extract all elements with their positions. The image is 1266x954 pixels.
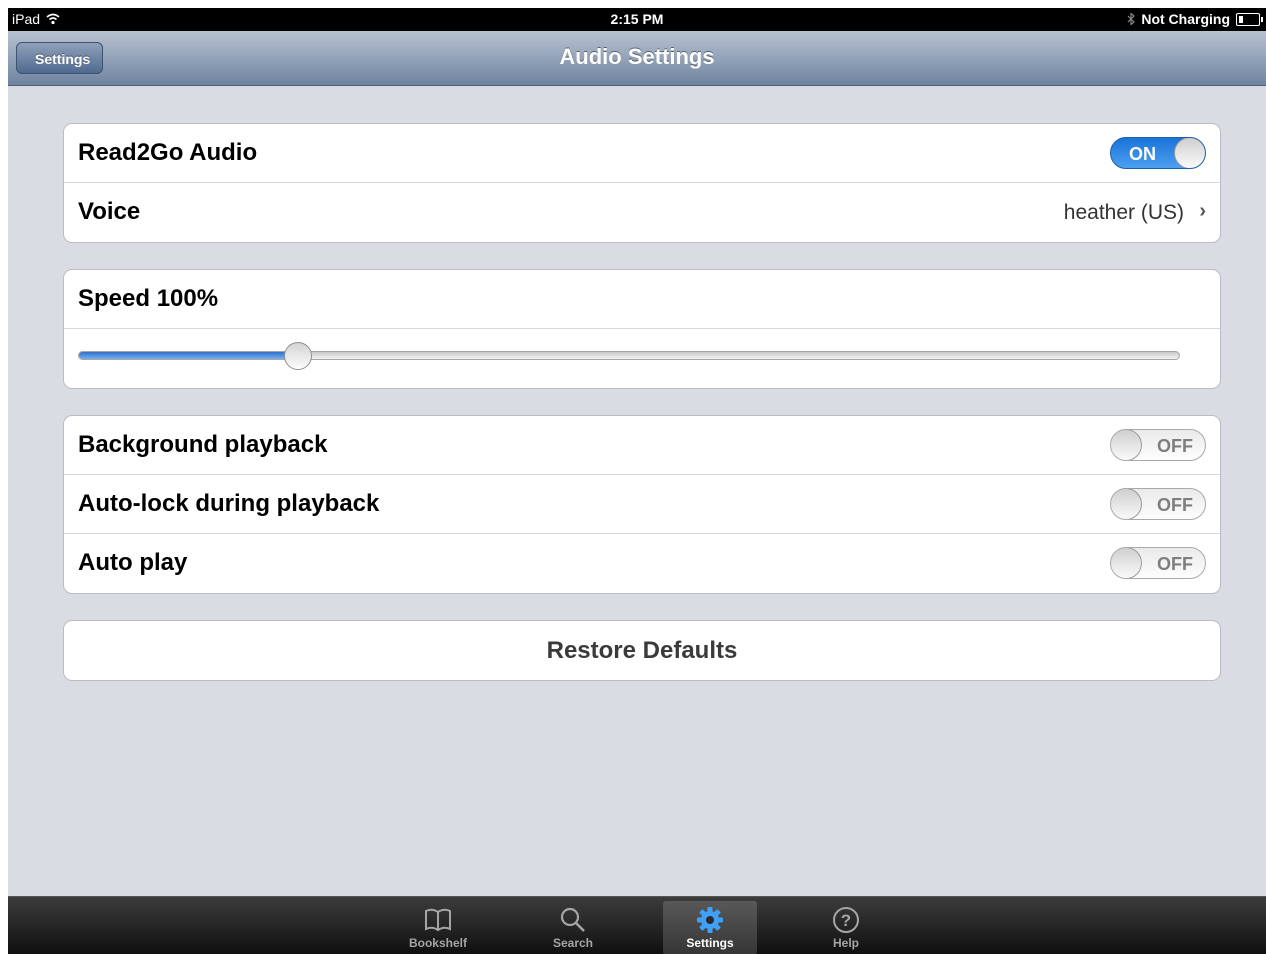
switch-knob bbox=[1174, 138, 1205, 168]
autoplay-switch[interactable]: OFF bbox=[1110, 547, 1206, 579]
switch-state: OFF bbox=[1157, 495, 1193, 515]
autolock-switch[interactable]: OFF bbox=[1110, 488, 1206, 520]
autolock-label: Auto-lock during playback bbox=[78, 490, 380, 517]
background-playback-switch[interactable]: OFF bbox=[1110, 429, 1206, 461]
status-time: 2:15 PM bbox=[610, 11, 664, 27]
switch-knob bbox=[1111, 489, 1142, 519]
autoplay-row: Auto play OFF bbox=[64, 534, 1220, 593]
autoplay-label: Auto play bbox=[78, 549, 188, 576]
slider-fill bbox=[79, 352, 300, 359]
voice-value: heather (US) bbox=[1063, 201, 1184, 224]
background-playback-row: Background playback OFF bbox=[64, 416, 1220, 475]
autolock-row: Auto-lock during playback OFF bbox=[64, 475, 1220, 534]
slider-thumb[interactable] bbox=[284, 342, 313, 370]
status-bar: iPad 2:15 PM Not Charging bbox=[8, 8, 1266, 31]
status-right: Not Charging bbox=[1127, 11, 1263, 27]
switch-state: OFF bbox=[1157, 554, 1193, 574]
speed-group: Speed 100% bbox=[63, 269, 1221, 389]
slider-track[interactable] bbox=[78, 351, 1180, 360]
voice-row[interactable]: Voice heather (US) › bbox=[64, 183, 1220, 242]
tab-help[interactable]: ? Help bbox=[799, 901, 893, 954]
battery-icon bbox=[1236, 12, 1263, 26]
switch-state: ON bbox=[1129, 144, 1156, 164]
page-title: Audio Settings bbox=[559, 44, 715, 69]
help-icon: ? bbox=[833, 907, 859, 933]
bluetooth-icon bbox=[1127, 13, 1136, 25]
battery-status: Not Charging bbox=[1141, 11, 1230, 27]
tab-settings[interactable]: Settings bbox=[663, 901, 757, 954]
background-playback-label: Background playback bbox=[78, 431, 328, 458]
tab-label: Help bbox=[832, 936, 859, 950]
speed-label: Speed 100% bbox=[78, 285, 219, 312]
switch-state: OFF bbox=[1157, 436, 1193, 456]
restore-defaults-button[interactable]: Restore Defaults bbox=[64, 621, 1220, 680]
svg-text:?: ? bbox=[841, 911, 851, 930]
screen: iPad 2:15 PM Not Charging Settings Audio… bbox=[8, 8, 1266, 954]
tab-label: Settings bbox=[686, 936, 734, 950]
book-icon bbox=[425, 908, 451, 932]
audio-group: Read2Go Audio ON Voice heather (US) › bbox=[63, 123, 1221, 243]
switch-knob bbox=[1111, 430, 1142, 460]
nav-bar: Settings Audio Settings bbox=[8, 31, 1266, 86]
chevron-right-icon: › bbox=[1199, 200, 1206, 222]
read2go-audio-switch[interactable]: ON bbox=[1110, 137, 1206, 169]
tab-bookshelf[interactable]: Bookshelf bbox=[391, 901, 485, 954]
search-icon bbox=[560, 907, 585, 932]
read2go-audio-label: Read2Go Audio bbox=[78, 139, 258, 166]
tab-bar: Bookshelf Search Settings ? Help bbox=[8, 896, 1266, 954]
speed-slider[interactable] bbox=[64, 329, 1220, 388]
tab-search[interactable]: Search bbox=[526, 901, 620, 954]
gear-icon bbox=[697, 907, 723, 933]
tab-label: Bookshelf bbox=[408, 936, 467, 950]
switch-knob bbox=[1111, 548, 1142, 578]
playback-group: Background playback OFF Auto-lock during… bbox=[63, 415, 1221, 594]
speed-row: Speed 100% bbox=[64, 270, 1220, 329]
tab-label: Search bbox=[552, 936, 594, 950]
read2go-audio-row: Read2Go Audio ON bbox=[64, 124, 1220, 183]
voice-label: Voice bbox=[78, 198, 141, 225]
restore-group: Restore Defaults bbox=[63, 620, 1221, 681]
